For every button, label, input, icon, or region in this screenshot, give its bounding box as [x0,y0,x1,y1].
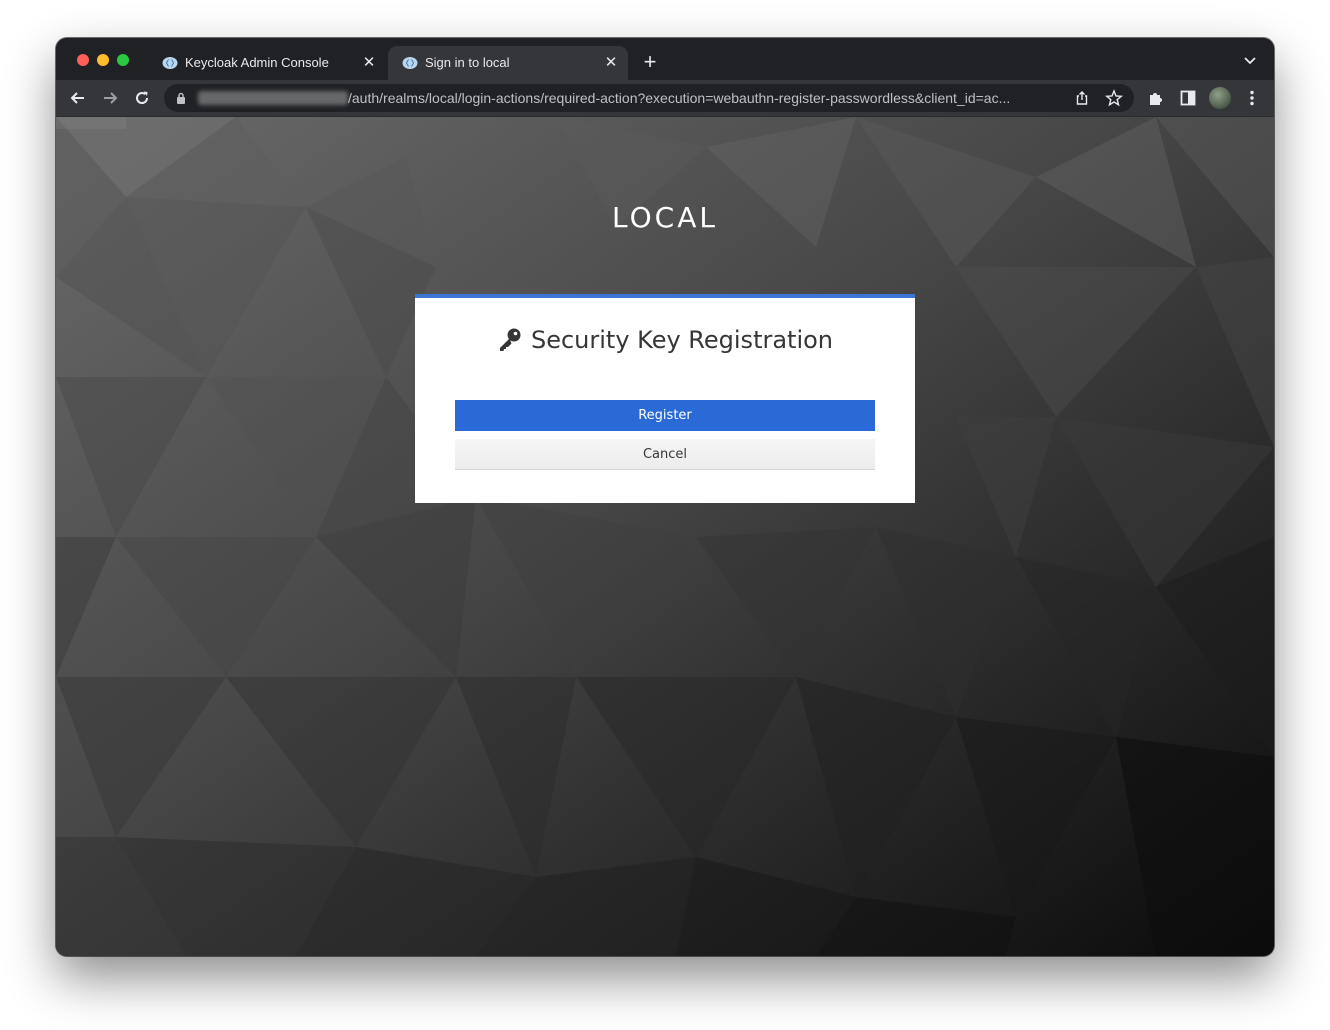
realm-title: LOCAL [612,201,718,234]
close-tab-icon[interactable]: ✕ [602,54,620,72]
forward-arrow-icon[interactable] [100,88,120,108]
tab-title: Keycloak Admin Console [185,55,329,70]
tab-sign-in-to-local[interactable]: Sign in to local ✕ [388,46,628,80]
address-bar[interactable]: /auth/realms/local/login-actions/require… [164,84,1134,112]
zoom-window-button[interactable] [117,54,129,66]
extensions-puzzle-icon[interactable] [1146,88,1166,108]
reload-icon[interactable] [132,88,152,108]
lock-icon[interactable] [176,92,186,104]
more-menu-icon[interactable] [1242,88,1262,108]
keycloak-favicon-icon [162,57,178,69]
profile-avatar[interactable] [1209,87,1231,109]
tab-keycloak-admin-console[interactable]: Keycloak Admin Console ✕ [148,46,386,80]
side-panel-icon[interactable] [1178,88,1198,108]
tab-search-chevron-down-icon[interactable] [1242,52,1258,68]
cancel-button[interactable]: Cancel [455,439,875,470]
close-tab-icon[interactable]: ✕ [360,54,378,72]
back-arrow-icon[interactable] [68,88,88,108]
tab-strip: Keycloak Admin Console ✕ Sign in to loca… [56,38,1274,80]
key-icon [499,328,521,351]
url-path: /auth/realms/local/login-actions/require… [348,90,1011,106]
card-heading-text: Security Key Registration [530,326,834,354]
share-icon[interactable] [1074,90,1090,106]
url-host-blurred [198,91,348,105]
browser-window: Keycloak Admin Console ✕ Sign in to loca… [56,38,1274,956]
card-heading: Security Key Registration [415,326,915,354]
browser-toolbar: /auth/realms/local/login-actions/require… [56,80,1274,117]
bookmark-star-icon[interactable] [1105,89,1123,107]
close-window-button[interactable] [77,54,89,66]
new-tab-button[interactable]: + [640,51,660,73]
login-card: Security Key Registration Register Cance… [415,294,915,503]
tab-title: Sign in to local [425,55,510,70]
polygon-background [56,117,1274,956]
keycloak-favicon-icon [402,57,418,69]
page-content: LOCAL Security Key Registration Register… [56,117,1274,956]
register-button[interactable]: Register [455,400,875,431]
minimize-window-button[interactable] [97,54,109,66]
